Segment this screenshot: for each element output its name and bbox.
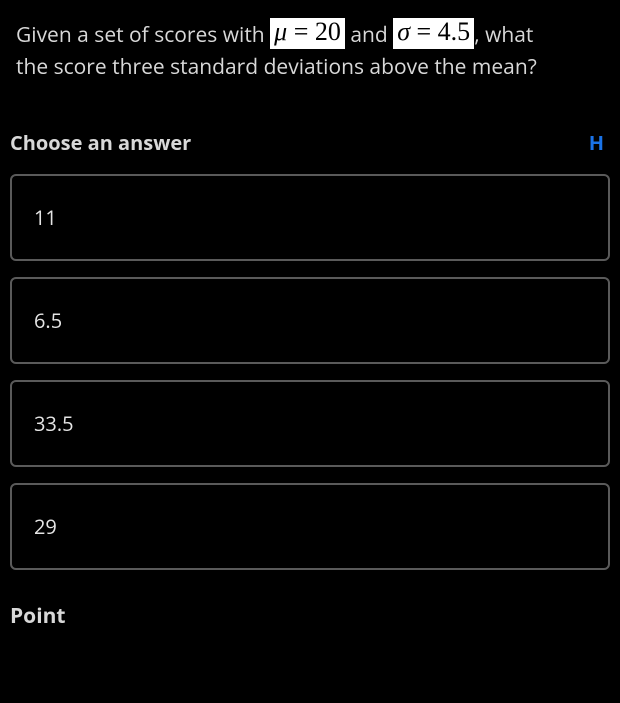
formula-sigma-var: σ [397,17,410,46]
question-block: Given a set of scores with μ = 20 and σ … [0,0,620,111]
question-text: Given a set of scores with μ = 20 and σ … [16,20,604,83]
choose-row: Choose an answer H [0,111,620,160]
point-label: Point [0,570,620,630]
q-mid1: and [345,21,393,49]
hint-link[interactable]: H [589,129,604,156]
choose-answer-label: Choose an answer [10,129,191,156]
q-mid2: , what [474,21,533,49]
answer-option-3[interactable]: 29 [10,483,610,570]
formula-sigma-eq: = 4.5 [410,17,470,46]
answers-list: 11 6.5 33.5 29 [0,160,620,570]
formula-mu-var: μ [274,17,287,46]
answer-option-1[interactable]: 6.5 [10,277,610,364]
answer-option-2[interactable]: 33.5 [10,380,610,467]
formula-mu-eq: = 20 [287,17,341,46]
formula-sigma: σ = 4.5 [393,18,474,49]
formula-mu: μ = 20 [270,18,345,49]
q-prefix: Given a set of scores with [16,21,270,49]
answer-option-0[interactable]: 11 [10,174,610,261]
q-line2: the score three standard deviations abov… [16,53,537,81]
